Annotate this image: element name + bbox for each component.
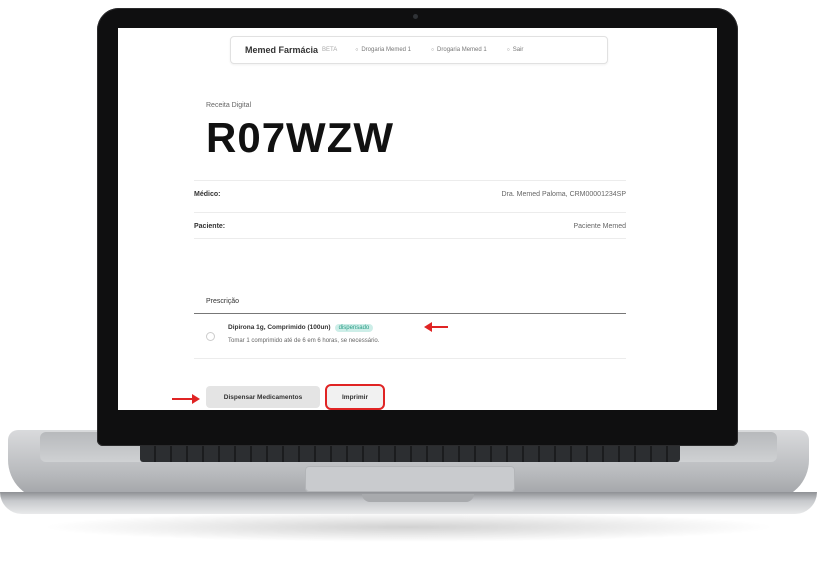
laptop-notch (362, 494, 474, 502)
prescription-section-label: Prescrição (206, 298, 240, 305)
prescription-item: Dipirona 1g, Comprimido (100un) dispensad… (194, 318, 626, 359)
laptop-mockup: Memed Farmácia BETA Drogaria Memed 1 Dro… (0, 0, 817, 572)
annotation-arrow-right-icon (172, 394, 200, 404)
screen: Memed Farmácia BETA Drogaria Memed 1 Dro… (118, 28, 717, 410)
laptop-trackpad (305, 466, 515, 492)
item-name: Dipirona 1g, Comprimido (100un) dispensad… (228, 324, 374, 332)
doctor-row: Médico: Dra. Memed Paloma, CRM00001234SP (194, 180, 626, 207)
patient-label: Paciente: (194, 222, 226, 230)
patient-row: Paciente: Paciente Memed (194, 212, 626, 239)
status-badge: dispensado (334, 324, 374, 332)
brand-name[interactable]: Memed Farmácia (245, 45, 318, 55)
doctor-value: Dra. Memed Paloma, CRM00001234SP (501, 190, 626, 198)
item-select-radio[interactable] (206, 332, 215, 341)
print-button[interactable]: Imprimir (325, 384, 385, 410)
nav-links: Drogaria Memed 1 Drogaria Memed 1 Sair (355, 47, 523, 53)
item-name-text: Dipirona 1g, Comprimido (100un) (228, 324, 331, 331)
section-divider (194, 313, 626, 314)
annotation-arrow-left-icon (424, 322, 448, 332)
prescription-type-label: Receita Digital (206, 102, 252, 109)
top-navigation-bar: Memed Farmácia BETA Drogaria Memed 1 Dro… (230, 36, 608, 64)
laptop-shadow (40, 512, 777, 542)
nav-store-1[interactable]: Drogaria Memed 1 (355, 47, 411, 53)
dispense-medications-button[interactable]: Dispensar Medicamentos (206, 386, 320, 408)
divider (194, 238, 626, 239)
nav-store-2[interactable]: Drogaria Memed 1 (431, 47, 487, 53)
nav-logout[interactable]: Sair (507, 47, 524, 53)
item-instructions: Tomar 1 comprimido até de 6 em 6 horas, … (228, 338, 380, 344)
camera-icon (413, 14, 418, 19)
prescription-code: R07WZW (206, 114, 394, 161)
beta-badge: BETA (322, 47, 338, 53)
doctor-label: Médico: (194, 190, 221, 198)
patient-value: Paciente Memed (573, 222, 626, 230)
